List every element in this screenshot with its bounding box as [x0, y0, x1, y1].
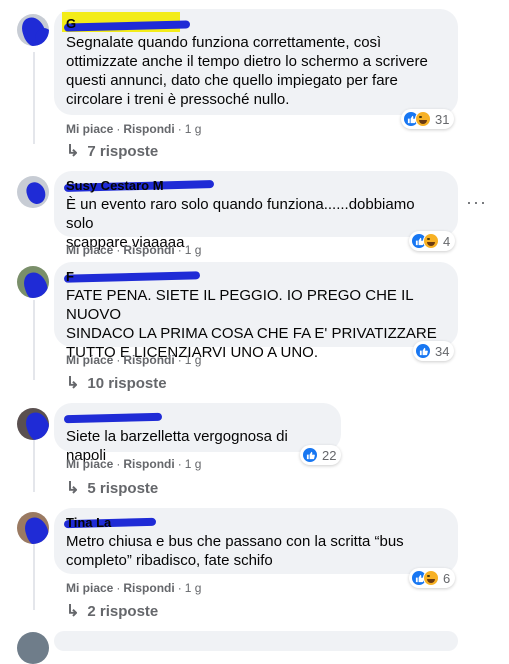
laugh-icon: [423, 570, 439, 586]
reply-button[interactable]: Rispondi: [123, 353, 174, 367]
reply-button[interactable]: Rispondi: [123, 581, 174, 595]
comment-actions: Mi piace · Rispondi · 1 g: [66, 581, 202, 595]
reply-button[interactable]: Rispondi: [123, 243, 174, 257]
reply-arrow-icon: ↳: [66, 143, 80, 160]
comment-bubble: [54, 631, 458, 651]
comment-author[interactable]: [63, 410, 329, 426]
comment-time[interactable]: 1 g: [185, 353, 202, 367]
comment-bubble: Siete la barzelletta vergognosa di napol…: [54, 403, 341, 464]
like-button[interactable]: Mi piace: [66, 581, 113, 595]
reaction-summary[interactable]: 34: [413, 341, 455, 361]
view-replies-button[interactable]: ↳ 7 risposte: [66, 142, 158, 161]
reaction-summary[interactable]: 4: [409, 231, 456, 251]
comment-text: FATE PENA. SIETE IL PEGGIO. IO PREGO CHE…: [66, 287, 437, 361]
comment-author[interactable]: Tina La: [63, 515, 446, 531]
comment-actions: Mi piace · Rispondi · 1 g: [66, 122, 202, 136]
comment-time[interactable]: 1 g: [185, 581, 202, 595]
reply-arrow-icon: ↳: [66, 480, 80, 497]
like-button[interactable]: Mi piace: [66, 353, 113, 367]
like-button[interactable]: Mi piace: [66, 457, 113, 471]
reply-arrow-icon: ↳: [66, 375, 80, 392]
comment-bubble: Tina La Metro chiusa e bus che passano c…: [54, 508, 458, 574]
comment-actions: Mi piace · Rispondi · 1 g: [66, 243, 202, 257]
more-options-icon[interactable]: ···: [466, 193, 487, 211]
comment-bubble: F FATE PENA. SIETE IL PEGGIO. IO PREGO C…: [54, 262, 458, 361]
thread-line: [33, 544, 35, 610]
reaction-summary[interactable]: 22: [300, 445, 342, 465]
reply-arrow-icon: ↳: [66, 603, 80, 620]
comment-actions: Mi piace · Rispondi · 1 g: [66, 353, 202, 367]
like-button[interactable]: Mi piace: [66, 243, 113, 257]
thread-line: [33, 52, 35, 144]
avatar[interactable]: [17, 266, 49, 298]
avatar[interactable]: [17, 176, 49, 208]
comment-author[interactable]: Susy Cestaro M: [63, 178, 446, 194]
thread-line: [33, 300, 35, 380]
comment-actions: Mi piace · Rispondi · 1 g: [66, 457, 202, 471]
thread-line: [33, 440, 35, 492]
laugh-icon: [415, 111, 431, 127]
comment-time[interactable]: 1 g: [185, 122, 202, 136]
comment-bubble: Susy Cestaro M È un evento raro solo qua…: [54, 171, 458, 251]
avatar[interactable]: [17, 512, 49, 544]
reply-button[interactable]: Rispondi: [123, 457, 174, 471]
laugh-icon: [423, 233, 439, 249]
like-button[interactable]: Mi piace: [66, 122, 113, 136]
avatar[interactable]: [17, 408, 49, 440]
like-icon: [302, 447, 318, 463]
view-replies-button[interactable]: ↳ 2 risposte: [66, 602, 158, 621]
comment-author[interactable]: F: [63, 269, 446, 285]
avatar[interactable]: [17, 632, 49, 664]
view-replies-button[interactable]: ↳ 5 risposte: [66, 479, 158, 498]
reaction-summary[interactable]: 31: [401, 109, 455, 129]
like-icon: [415, 343, 431, 359]
comment-text: Metro chiusa e bus che passano con la sc…: [66, 533, 404, 569]
avatar[interactable]: [17, 14, 49, 46]
comment-text: Segnalate quando funziona correttamente,…: [66, 34, 428, 108]
comment-author[interactable]: G: [62, 12, 446, 32]
comment-bubble: G Segnalate quando funziona correttament…: [54, 9, 458, 115]
comment-time[interactable]: 1 g: [185, 243, 202, 257]
comment-time[interactable]: 1 g: [185, 457, 202, 471]
reply-button[interactable]: Rispondi: [123, 122, 174, 136]
view-replies-button[interactable]: ↳ 10 risposte: [66, 374, 167, 393]
reaction-summary[interactable]: 6: [409, 568, 456, 588]
